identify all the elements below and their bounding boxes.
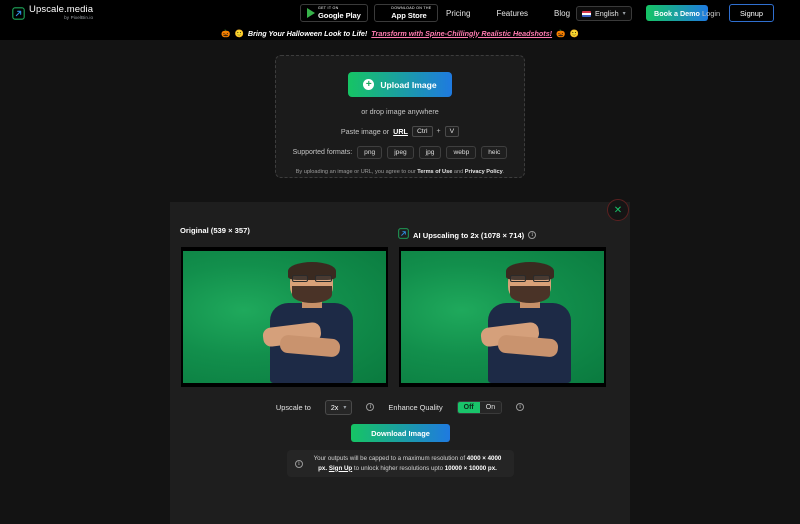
original-image <box>181 247 388 387</box>
upscaled-image <box>399 247 606 387</box>
app-store-badge-label: App Store <box>383 10 426 20</box>
terms-prefix: By uploading an image or URL, you agree … <box>295 169 418 175</box>
nav-link-pricing[interactable]: Pricing <box>446 9 470 18</box>
promo-link[interactable]: Transform with Spine-Chillingly Realisti… <box>371 29 552 38</box>
login-button[interactable]: Login <box>702 5 720 21</box>
upload-image-label: Upload Image <box>380 79 437 90</box>
promo-banner: 🎃 🙂 Bring Your Halloween Look to Life! T… <box>0 26 800 40</box>
notice-signup-link[interactable]: Sign Up <box>329 465 352 472</box>
notice-line2-mid: to unlock higher resolutions upto <box>352 464 445 472</box>
logo-title: Upscale.media <box>29 4 94 16</box>
key-ctrl: Ctrl <box>411 126 433 137</box>
notice-text: Your outputs will be capped to a maximum… <box>309 454 506 474</box>
top-navbar: Upscale.media by PixelBin.io GET IT ON G… <box>0 0 800 26</box>
key-plus: + <box>436 128 441 135</box>
upscale-factor-value: 2x <box>330 402 339 412</box>
enhance-quality-toggle[interactable]: Off On <box>456 400 503 414</box>
login-label: Login <box>702 8 721 18</box>
upscale-info-icon[interactable]: i <box>366 403 375 411</box>
app-store-badge[interactable]:  Download on the App Store <box>373 4 439 22</box>
upload-dropzone[interactable]: + Upload Image or drop image anywhere Pa… <box>275 55 525 178</box>
flag-icon <box>582 10 591 17</box>
logo-subtitle: by PixelBin.io <box>64 15 94 21</box>
paste-prefix: Paste image or <box>340 127 390 136</box>
apple-icon:  <box>381 8 389 18</box>
format-chip-jpg: jpg <box>418 146 442 159</box>
google-play-badge-small: GET IT ON <box>318 5 339 10</box>
notice-line1-prefix: Your outputs will be capped to a maximum… <box>313 454 467 462</box>
key-v: V <box>444 126 460 137</box>
format-chip-heic: heic <box>481 146 508 159</box>
enhance-on-option[interactable]: On <box>479 401 502 413</box>
format-chip-jpeg: jpeg <box>387 146 414 159</box>
original-label: Original (539 × 357) <box>180 226 250 235</box>
upscale-arrow-icon <box>12 6 25 20</box>
compare-headers: Original (539 × 357) AI Upscaling to 2x … <box>170 226 630 242</box>
nav-link-features[interactable]: Features <box>496 9 528 18</box>
signup-button[interactable]: Signup <box>729 4 775 22</box>
upload-image-button[interactable]: + Upload Image <box>348 72 452 97</box>
logo[interactable]: Upscale.media by PixelBin.io <box>12 5 93 21</box>
download-image-label: Download Image <box>371 428 430 438</box>
enhance-quality-label: Enhance Quality <box>388 402 443 412</box>
chevron-down-icon: ▾ <box>343 404 347 411</box>
language-selector[interactable]: English ▾ <box>576 6 632 21</box>
google-play-badge[interactable]: GET IT ON Google Play <box>300 4 368 22</box>
terms-of-use-link[interactable]: Terms of Use <box>417 169 452 175</box>
formats-label: Supported formats: <box>292 149 353 156</box>
enhance-off-option[interactable]: Off <box>457 401 480 413</box>
format-chip-png: png <box>357 146 383 159</box>
privacy-policy-link[interactable]: Privacy Policy <box>465 169 503 175</box>
upscale-to-label: Upscale to <box>275 402 311 412</box>
info-icon[interactable]: i <box>528 231 537 239</box>
plus-icon: + <box>363 79 375 90</box>
app-store-badge-small: Download on the <box>383 5 431 10</box>
nav-link-blog[interactable]: Blog <box>554 9 570 18</box>
pumpkin-icon-right: 🎃 <box>556 28 566 38</box>
notice-line2-value: 10000 × 10000 px. <box>444 464 497 472</box>
close-icon[interactable]: ✕ <box>607 199 629 221</box>
chevron-down-icon: ▾ <box>622 11 626 17</box>
enhance-info-icon[interactable]: i <box>516 403 525 411</box>
pumpkin-icon: 🎃 <box>221 28 231 38</box>
language-label: English <box>595 9 619 18</box>
ghost-icon-right: 🙂 <box>569 28 579 38</box>
terms-notice: By uploading an image or URL, you agree … <box>296 169 505 175</box>
download-image-button[interactable]: Download Image <box>351 424 450 442</box>
supported-formats: Supported formats: png jpeg jpg webp hei… <box>293 146 508 159</box>
upscale-factor-select[interactable]: 2x ▾ <box>324 399 353 415</box>
book-demo-label: Book a Demo <box>654 8 700 18</box>
upscaled-label: AI Upscaling to 2x (1078 × 714) <box>413 230 525 240</box>
google-play-badge-label: Google Play <box>318 10 361 20</box>
google-play-icon <box>307 8 315 18</box>
promo-text: Bring Your Halloween Look to Life! <box>247 28 368 38</box>
nav-links: Pricing Features Blog <box>446 0 570 26</box>
notice-info-icon: i <box>295 459 303 468</box>
upscale-arrow-icon <box>398 226 409 244</box>
paste-row: Paste image or URL Ctrl + V <box>340 126 460 137</box>
resolution-notice: i Your outputs will be capped to a maxim… <box>287 450 514 477</box>
store-badges: GET IT ON Google Play  Download on the … <box>300 0 439 26</box>
book-demo-button[interactable]: Book a Demo <box>646 5 708 21</box>
app-page: Upscale.media by PixelBin.io GET IT ON G… <box>0 0 800 524</box>
terms-and: and <box>452 169 465 175</box>
format-chip-webp: webp <box>446 146 477 159</box>
drop-hint: or drop image anywhere <box>361 107 439 116</box>
ghost-icon: 🙂 <box>234 28 244 38</box>
controls-row: Upscale to 2x ▾ i Enhance Quality Off On… <box>170 398 630 416</box>
terms-period: . <box>502 169 505 175</box>
upscaled-header: AI Upscaling to 2x (1078 × 714) i <box>398 226 537 244</box>
paste-url-link[interactable]: URL <box>393 127 408 136</box>
signup-label: Signup <box>740 8 764 18</box>
